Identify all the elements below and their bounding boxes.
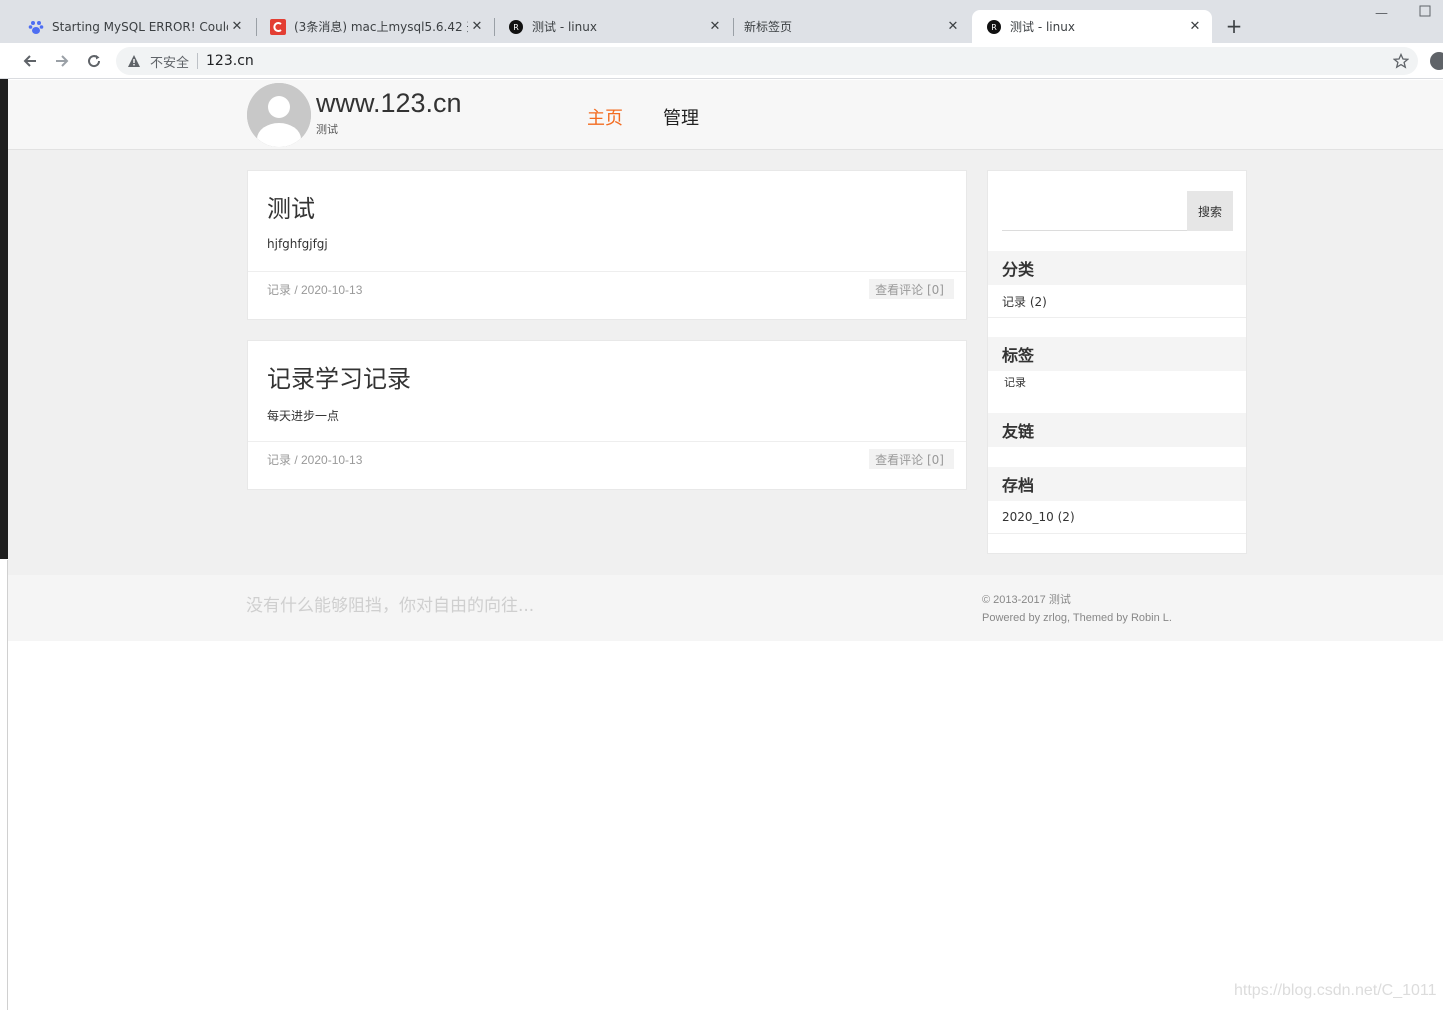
divider bbox=[248, 271, 966, 272]
site-header: www.123.cn 测试 主页 管理 bbox=[8, 80, 1443, 150]
back-arrow-icon[interactable] bbox=[19, 50, 41, 72]
reload-icon[interactable] bbox=[83, 50, 105, 72]
address-bar[interactable]: 不安全 123.cn bbox=[116, 47, 1418, 75]
site-footer: 没有什么能够阻挡，你对自由的向往... © 2013-2017 测试 Power… bbox=[8, 575, 1443, 641]
close-icon[interactable]: ✕ bbox=[944, 18, 962, 36]
svg-text:R: R bbox=[991, 23, 997, 32]
minimize-icon[interactable]: — bbox=[1375, 6, 1388, 21]
footer-copyright: © 2013-2017 测试 bbox=[982, 594, 1071, 606]
widget-title-categories: 分类 bbox=[988, 251, 1246, 285]
tab-title: (3条消息) mac上mysql5.6.42 开 bbox=[294, 20, 468, 34]
search-input[interactable] bbox=[1002, 191, 1187, 231]
browser-tab-mysql-error[interactable]: Starting MySQL ERROR! Could ✕ bbox=[14, 10, 254, 43]
close-icon[interactable]: ✕ bbox=[706, 18, 724, 36]
new-tab-button[interactable]: + bbox=[1222, 14, 1246, 38]
archive-item[interactable]: 2020_10 (2) bbox=[988, 501, 1246, 533]
bookmark-star-icon[interactable] bbox=[1392, 52, 1410, 70]
view-comments-link[interactable]: 查看评论 [0] bbox=[869, 279, 954, 299]
tab-title: 新标签页 bbox=[744, 20, 793, 34]
post-title[interactable]: 记录学习记录 bbox=[267, 359, 411, 394]
site-title[interactable]: www.123.cn bbox=[316, 88, 462, 119]
browser-tab-csdn[interactable]: (3条消息) mac上mysql5.6.42 开 ✕ bbox=[256, 10, 494, 43]
sidebar: 搜索 分类 记录 (2) 标签 记录 友链 存档 2020_10 (2) bbox=[987, 170, 1247, 554]
nav-item-admin[interactable]: 管理 bbox=[663, 104, 699, 130]
footer-powered-by: Powered by zrlog, Themed by Robin L. bbox=[982, 612, 1172, 624]
widget-title-links: 友链 bbox=[988, 413, 1246, 447]
divider bbox=[248, 441, 966, 442]
browser-toolbar: 不安全 123.cn bbox=[0, 43, 1443, 79]
baidu-paw-icon bbox=[28, 19, 44, 35]
widget-title-archive: 存档 bbox=[988, 467, 1246, 501]
tab-title: 测试 - linux bbox=[532, 20, 597, 34]
tag-item[interactable]: 记录 bbox=[988, 371, 1246, 393]
post-excerpt: hjfghfgjfgj bbox=[267, 237, 328, 251]
footer-motto: 没有什么能够阻挡，你对自由的向往... bbox=[246, 596, 535, 616]
close-icon[interactable]: ✕ bbox=[228, 18, 246, 36]
browser-tab-newtab[interactable]: 新标签页 ✕ bbox=[730, 10, 970, 43]
watermark: https://blog.csdn.net/C_1011 bbox=[1234, 982, 1437, 999]
post-meta: 记录 / 2020-10-13 bbox=[267, 453, 363, 467]
category-item[interactable]: 记录 (2) bbox=[988, 285, 1246, 317]
site-r-icon: R bbox=[986, 19, 1002, 35]
widget-title-tags: 标签 bbox=[988, 337, 1246, 371]
tab-title: Starting MySQL ERROR! Could bbox=[52, 19, 228, 34]
browser-tab-linux-active[interactable]: R 测试 - linux ✕ bbox=[972, 10, 1212, 43]
close-icon[interactable]: ✕ bbox=[1186, 18, 1204, 36]
avatar[interactable] bbox=[247, 83, 311, 147]
maximize-icon[interactable] bbox=[1419, 5, 1431, 21]
profile-avatar-icon[interactable] bbox=[1430, 52, 1443, 70]
post-excerpt: 每天进步一点 bbox=[267, 409, 340, 423]
footer-copyright-block: © 2013-2017 测试 Powered by zrlog, Themed … bbox=[982, 591, 1172, 627]
post-title[interactable]: 测试 bbox=[267, 189, 315, 224]
divider bbox=[988, 317, 1246, 318]
browser-tab-linux-1[interactable]: R 测试 - linux ✕ bbox=[494, 10, 732, 43]
post-meta: 记录 / 2020-10-13 bbox=[267, 283, 363, 297]
nav-item-home[interactable]: 主页 bbox=[587, 104, 623, 130]
post-card: 记录学习记录 每天进步一点 记录 / 2020-10-13 查看评论 [0] bbox=[247, 340, 967, 490]
close-icon[interactable]: ✕ bbox=[468, 18, 486, 36]
background-window-edge bbox=[0, 560, 8, 1010]
post-card: 测试 hjfghfgjfgj 记录 / 2020-10-13 查看评论 [0] bbox=[247, 170, 967, 320]
svg-text:R: R bbox=[513, 23, 519, 32]
browser-tabstrip: Starting MySQL ERROR! Could ✕ (3条消息) mac… bbox=[0, 0, 1443, 43]
divider bbox=[988, 533, 1246, 534]
search-button[interactable]: 搜索 bbox=[1187, 191, 1233, 231]
warning-icon[interactable] bbox=[126, 53, 142, 69]
address-divider bbox=[197, 53, 199, 69]
site-subtitle: 测试 bbox=[316, 123, 338, 136]
csdn-logo-icon bbox=[270, 18, 286, 35]
page-viewport: www.123.cn 测试 主页 管理 测试 hjfghfgjfgj 记录 / … bbox=[8, 80, 1443, 1010]
view-comments-link[interactable]: 查看评论 [0] bbox=[869, 449, 954, 469]
tab-title: 测试 - linux bbox=[1010, 20, 1075, 34]
background-window-edge bbox=[0, 79, 8, 559]
forward-arrow-icon[interactable] bbox=[51, 50, 73, 72]
site-r-icon: R bbox=[508, 19, 524, 35]
url-text[interactable]: 123.cn bbox=[206, 53, 254, 69]
security-label: 不安全 bbox=[150, 55, 190, 71]
